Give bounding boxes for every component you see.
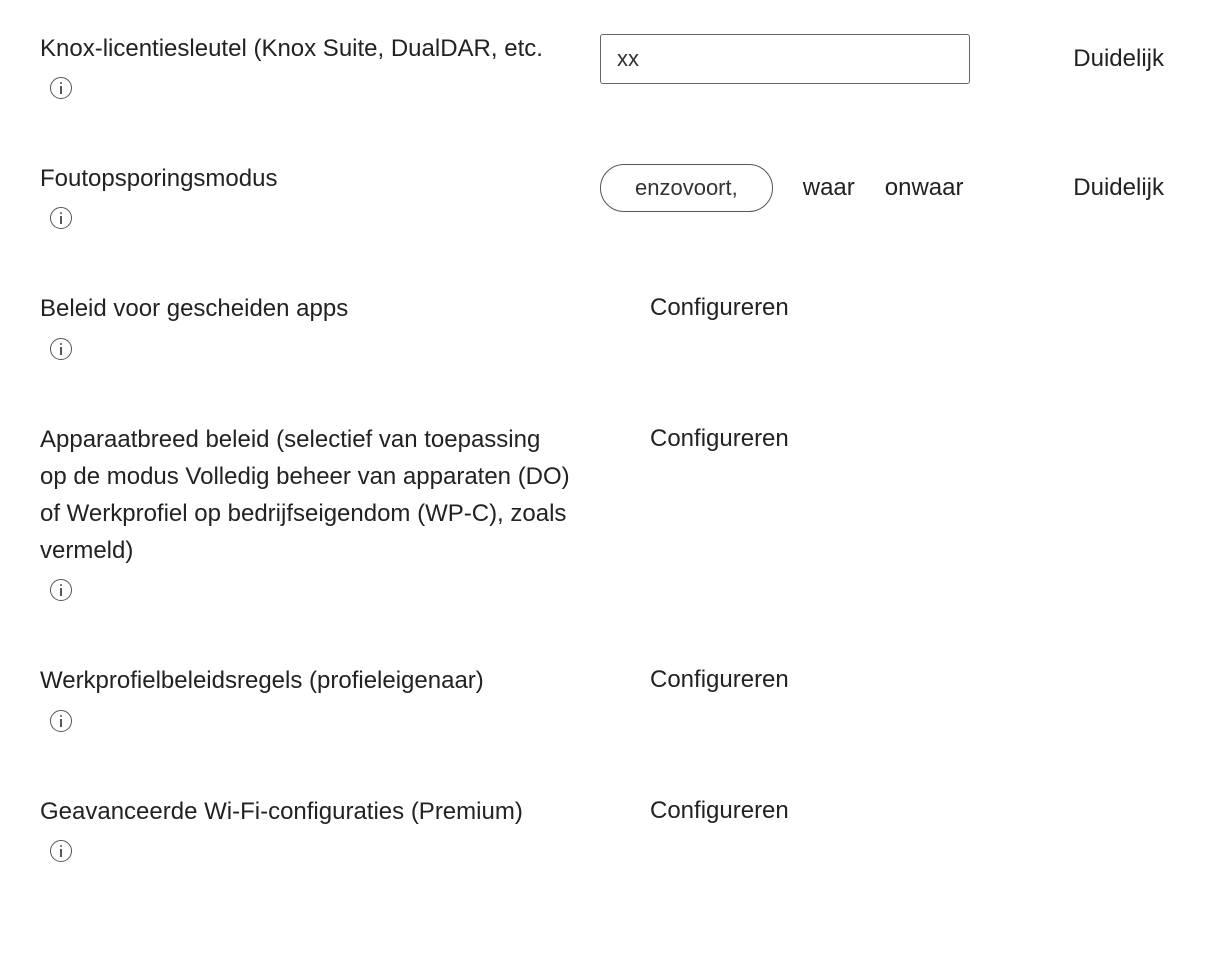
setting-row-debug-mode: Foutopsporingsmodus enzovoort, waar onwa… — [40, 160, 1174, 234]
control-column: Configureren — [600, 421, 1174, 453]
setting-row-device-wide-policy: Apparaatbreed beleid (selectief van toep… — [40, 421, 1174, 607]
knox-license-label: Knox-licentiesleutel (Knox Suite, DualDA… — [40, 30, 570, 67]
control-column: Duidelijk — [600, 30, 1174, 84]
label-column: Foutopsporingsmodus — [40, 160, 600, 234]
control-column: Configureren — [600, 290, 1174, 322]
info-icon[interactable] — [50, 207, 72, 229]
work-profile-policy-label: Werkprofielbeleidsregels (profieleigenaa… — [40, 662, 570, 699]
control-column: Configureren — [600, 793, 1174, 825]
setting-row-knox-license: Knox-licentiesleutel (Knox Suite, DualDA… — [40, 30, 1174, 104]
configure-button[interactable]: Configureren — [600, 294, 789, 322]
info-icon[interactable] — [50, 338, 72, 360]
label-column: Apparaatbreed beleid (selectief van toep… — [40, 421, 600, 607]
info-icon[interactable] — [50, 77, 72, 99]
configure-button[interactable]: Configureren — [600, 797, 789, 825]
toggle-group: enzovoort, waar onwaar — [600, 164, 963, 212]
setting-row-separated-apps: Beleid voor gescheiden apps Configureren — [40, 290, 1174, 364]
label-column: Werkprofielbeleidsregels (profieleigenaa… — [40, 662, 600, 736]
configure-button[interactable]: Configureren — [600, 425, 789, 453]
label-column: Beleid voor gescheiden apps — [40, 290, 600, 364]
toggle-option-true[interactable]: waar — [803, 174, 855, 202]
setting-row-advanced-wifi: Geavanceerde Wi-Fi-configuraties (Premiu… — [40, 793, 1174, 867]
debug-mode-label: Foutopsporingsmodus — [40, 160, 570, 197]
info-icon[interactable] — [50, 840, 72, 862]
toggle-option-false[interactable]: onwaar — [885, 174, 964, 202]
control-column: enzovoort, waar onwaar Duidelijk — [600, 160, 1174, 212]
label-column: Geavanceerde Wi-Fi-configuraties (Premiu… — [40, 793, 600, 867]
control-column: Configureren — [600, 662, 1174, 694]
advanced-wifi-label: Geavanceerde Wi-Fi-configuraties (Premiu… — [40, 793, 570, 830]
label-column: Knox-licentiesleutel (Knox Suite, DualDA… — [40, 30, 600, 104]
clear-button[interactable]: Duidelijk — [1073, 174, 1174, 202]
clear-button[interactable]: Duidelijk — [1073, 45, 1174, 73]
configure-button[interactable]: Configureren — [600, 666, 789, 694]
info-icon[interactable] — [50, 710, 72, 732]
info-icon[interactable] — [50, 579, 72, 601]
toggle-selected[interactable]: enzovoort, — [600, 164, 773, 212]
setting-row-work-profile-policy: Werkprofielbeleidsregels (profieleigenaa… — [40, 662, 1174, 736]
device-wide-policy-label: Apparaatbreed beleid (selectief van toep… — [40, 421, 570, 570]
knox-license-input[interactable] — [600, 34, 970, 84]
separated-apps-label: Beleid voor gescheiden apps — [40, 290, 570, 327]
